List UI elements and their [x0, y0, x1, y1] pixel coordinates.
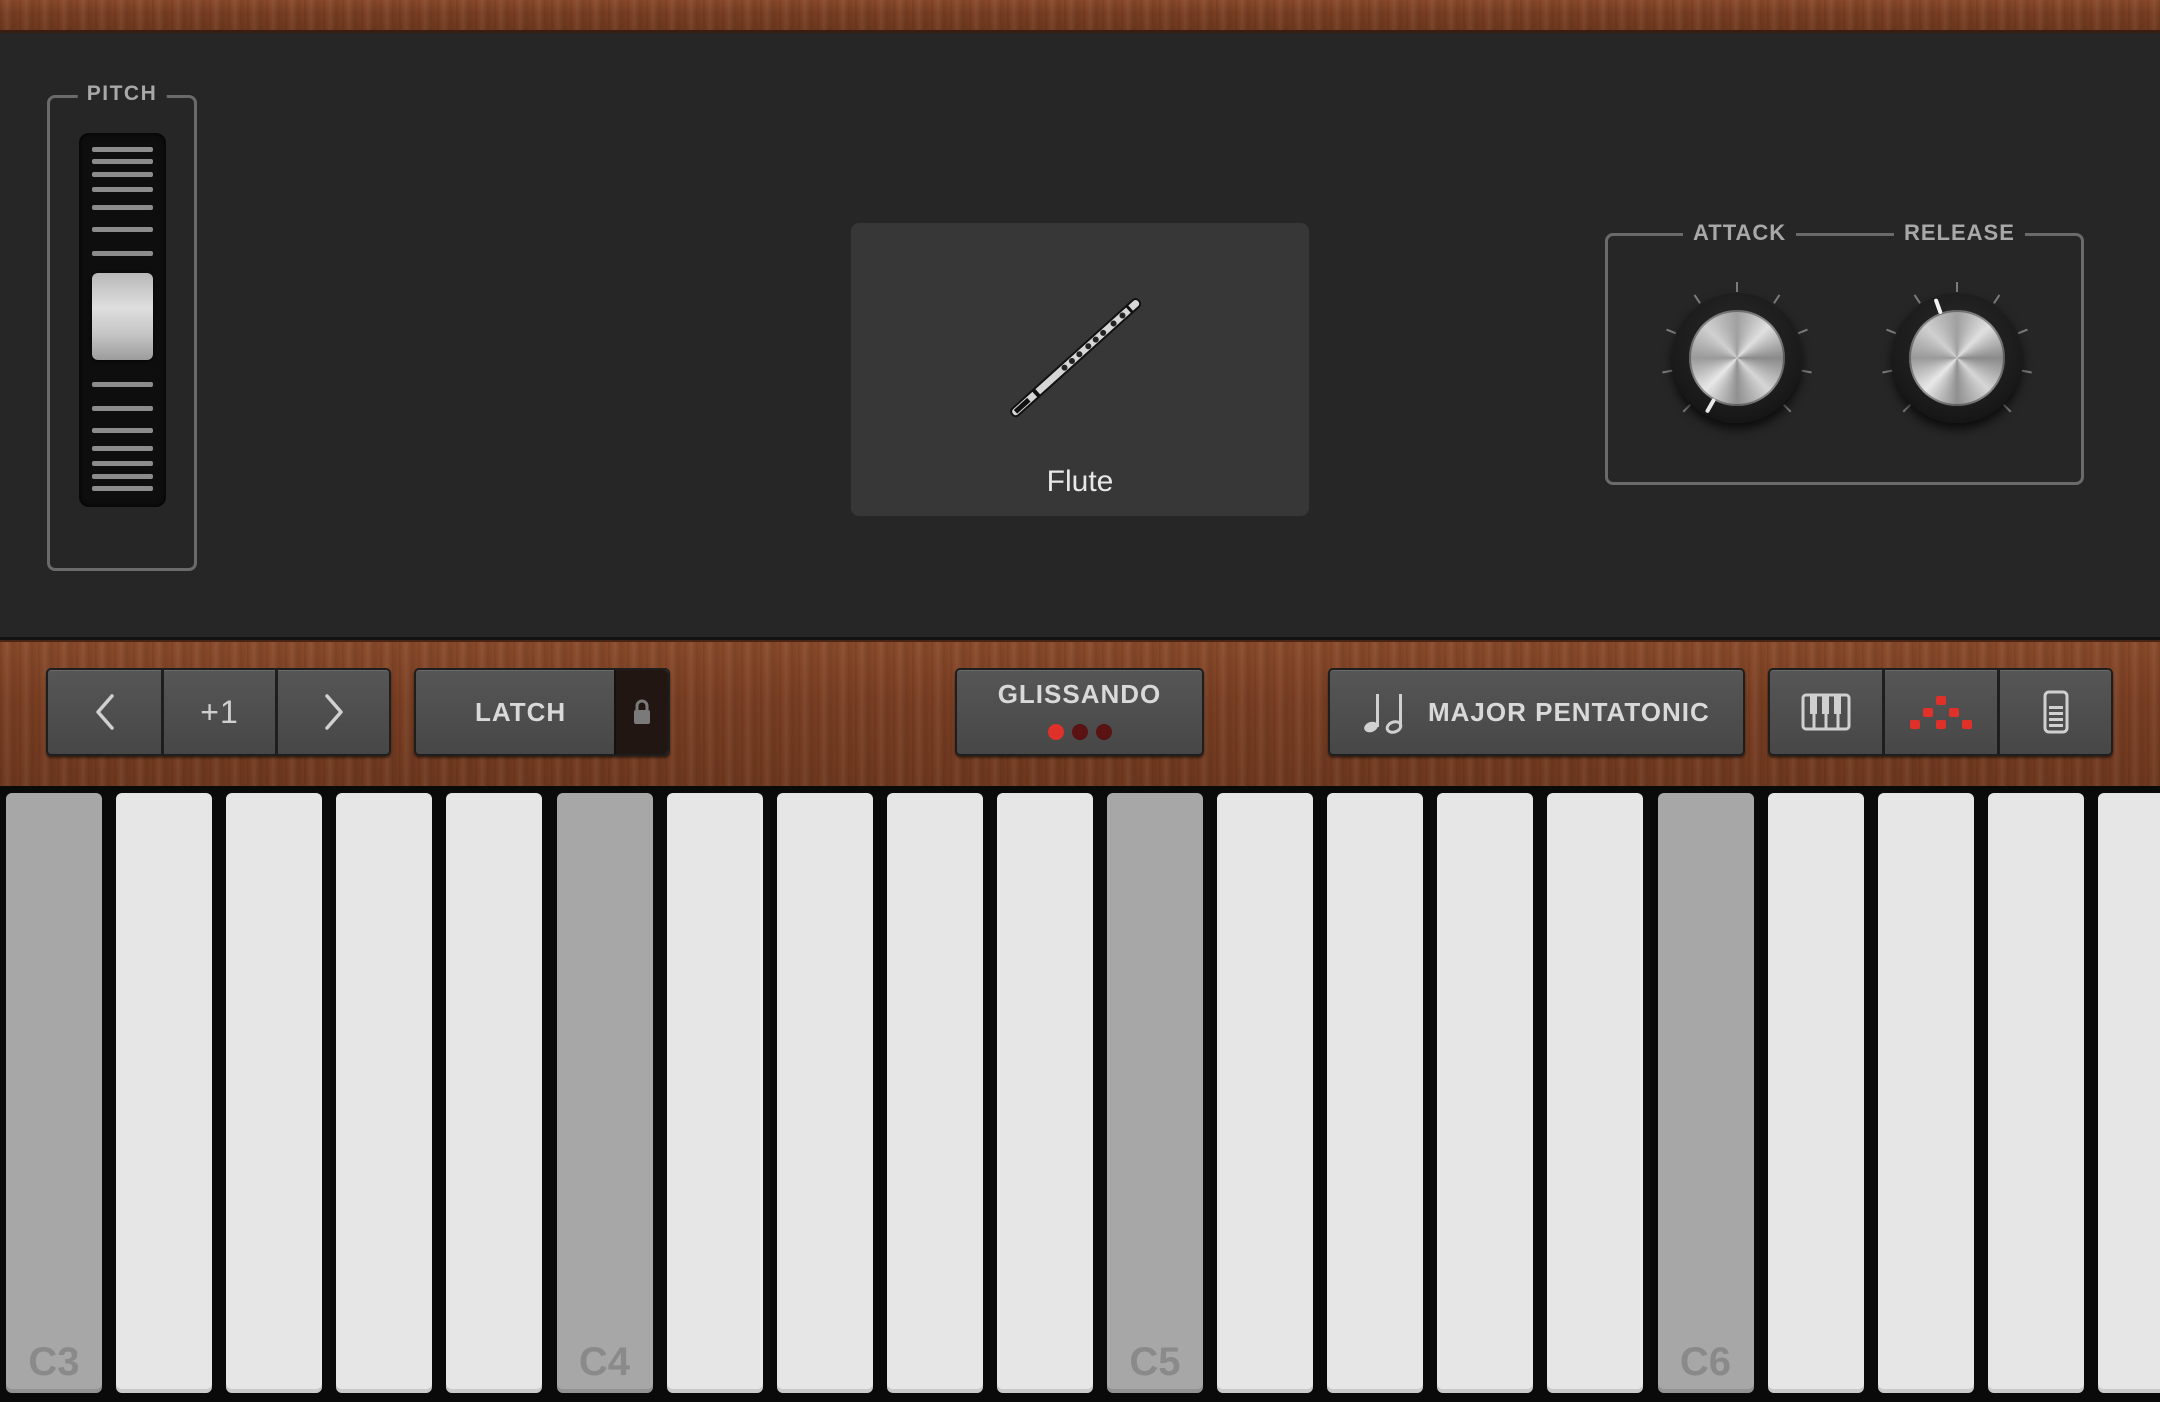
chevron-right-icon: [324, 694, 343, 730]
note-key[interactable]: [1767, 793, 1864, 1393]
octave-control: +1: [46, 668, 391, 756]
scale-label: MAJOR PENTATONIC: [1428, 696, 1710, 727]
note-key[interactable]: C4: [556, 793, 653, 1393]
note-key[interactable]: [2097, 793, 2160, 1393]
release-knob[interactable]: [1877, 278, 2037, 438]
note-key[interactable]: [1327, 793, 1424, 1393]
scale-button[interactable]: MAJOR PENTATONIC: [1328, 668, 1745, 756]
note-key-label: C4: [578, 1340, 631, 1384]
keyboard-view-button[interactable]: [1770, 670, 1885, 754]
flute-icon: [1010, 298, 1142, 418]
attack-label: ATTACK: [1683, 220, 1797, 246]
note-key-label: C3: [28, 1340, 80, 1384]
octave-up-button[interactable]: [278, 670, 389, 754]
note-key[interactable]: [666, 793, 763, 1393]
note-key[interactable]: [1547, 793, 1644, 1393]
wood-top-trim: [0, 0, 2160, 33]
instrument-selector[interactable]: Flute: [851, 223, 1309, 516]
latch-button[interactable]: LATCH: [414, 668, 670, 756]
pitch-label: PITCH: [77, 82, 167, 106]
note-key[interactable]: [1217, 793, 1314, 1393]
note-key[interactable]: [116, 793, 213, 1393]
glissando-label: GLISSANDO: [997, 679, 1162, 709]
note-key[interactable]: C6: [1657, 793, 1754, 1393]
note-key[interactable]: [1877, 793, 1974, 1393]
note-key[interactable]: [996, 793, 1093, 1393]
latch-lock-toggle[interactable]: [614, 670, 668, 754]
release-label: RELEASE: [1894, 220, 2025, 246]
octave-value: +1: [200, 693, 239, 730]
envelope-controls: ATTACK RELEASE: [1605, 220, 2084, 485]
instrument-panel: PITCH Flute ATTACK RELEASE: [0, 33, 2160, 640]
attack-knob[interactable]: [1657, 278, 1817, 438]
pitch-control: PITCH: [47, 82, 197, 571]
note-key[interactable]: [446, 793, 543, 1393]
pitch-wheel[interactable]: [79, 133, 166, 507]
octave-value-display: +1: [164, 670, 278, 754]
note-key[interactable]: [1987, 793, 2084, 1393]
latch-label: LATCH: [475, 696, 567, 727]
chevron-left-icon: [95, 694, 114, 730]
note-key[interactable]: [1437, 793, 1534, 1393]
arpeggio-dots-icon: [1910, 696, 1972, 729]
lock-icon: [634, 699, 650, 724]
glissando-dot: [1095, 724, 1112, 740]
view-mode-control: [1768, 668, 2113, 756]
note-key-label: C5: [1129, 1340, 1181, 1384]
pitch-handle[interactable]: [92, 273, 153, 360]
glissando-button[interactable]: GLISSANDO: [955, 668, 1204, 756]
keyboard-icon: [1801, 693, 1851, 731]
strip-view-button[interactable]: [2000, 670, 2111, 754]
strip-icon: [2043, 690, 2068, 734]
note-key[interactable]: [226, 793, 323, 1393]
glissando-indicator: [1044, 716, 1116, 747]
note-key[interactable]: [886, 793, 983, 1393]
octave-down-button[interactable]: [48, 670, 164, 754]
note-key[interactable]: C3: [6, 793, 102, 1393]
note-key-label: C6: [1679, 1340, 1732, 1384]
note-key[interactable]: [336, 793, 433, 1393]
glissando-dot: [1071, 724, 1088, 740]
music-notes-icon: [1364, 694, 1403, 734]
glissando-dot: [1047, 724, 1064, 740]
arpeggio-view-button[interactable]: [1885, 670, 2000, 754]
note-key[interactable]: [776, 793, 873, 1393]
note-key[interactable]: C5: [1107, 793, 1203, 1393]
instrument-name: Flute: [1046, 465, 1114, 498]
